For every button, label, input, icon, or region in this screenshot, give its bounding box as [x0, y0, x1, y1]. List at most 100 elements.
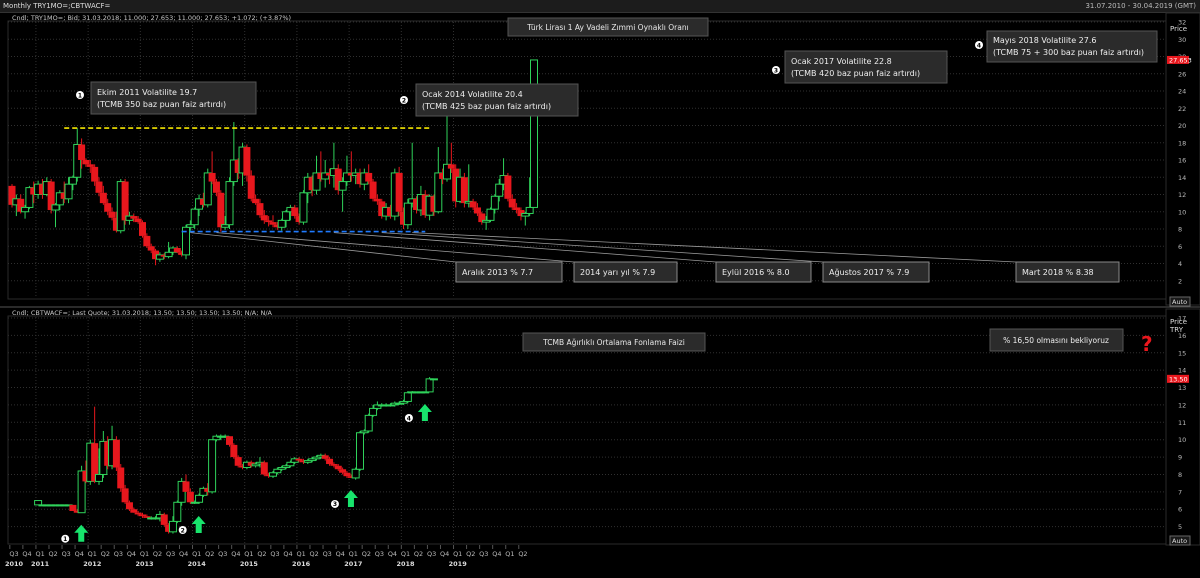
low-label-1: Aralık 2013 % 7.7: [462, 268, 533, 277]
x-tick-quarter: Q1: [505, 550, 514, 558]
low-label-5: Mart 2018 % 8.38: [1022, 268, 1094, 277]
x-axis: Q3 Q4 Q1 Q2 Q3 Q4 Q1 Q2 Q3 Q4 Q1 Q2 Q3 Q4 Q1 Q2 Q3 Q4 Q1 Q2…: [5, 545, 528, 568]
low-label-4: Ağustos 2017 % 7.9: [829, 268, 909, 277]
bottom-candle-body: [334, 465, 342, 470]
x-tick-quarter: Q4: [283, 550, 292, 558]
x-tick-quarter: Q2: [310, 550, 319, 558]
x-tick-quarter: Q1: [35, 550, 44, 558]
top-candle-body: [143, 235, 151, 247]
top-candle-body: [395, 172, 403, 212]
bottom-candle-body: [429, 378, 438, 381]
annotation-2: 2 Ocak 2014 Volatilite 20.4 (TCMB 425 ba…: [400, 83, 579, 117]
top-y-tick: 8: [1178, 226, 1182, 234]
annotation-1: 1 Ekim 2011 Volatilite 19.7 (TCMB 350 ba…: [76, 81, 257, 115]
x-tick-quarter: Q4: [179, 550, 188, 558]
x-tick-year: 2018: [396, 560, 415, 568]
bottom-candle-body: [330, 464, 338, 466]
top-candle-body: [212, 181, 220, 193]
x-tick-quarter: Q2: [49, 550, 58, 558]
top-y-tick: 22: [1178, 105, 1186, 113]
bottom-candle-body: [260, 462, 268, 475]
top-legend: Cndl; TRY1MO=; Bid; 31.03.2018; 11.000; …: [12, 14, 291, 22]
annotation-2-line1: Ocak 2014 Volatilite 20.4: [422, 90, 523, 99]
marker-1-label: 1: [78, 93, 82, 100]
bottom-candle-body: [195, 494, 204, 503]
top-candle-body: [68, 176, 77, 185]
x-tick-quarter: Q3: [323, 550, 332, 558]
annotation-4-line2: (TCMB 75 + 300 baz puan faiz artırdı): [993, 48, 1144, 57]
annotation-4-line1: Mayıs 2018 Volatilite 27.6: [993, 36, 1096, 45]
x-tick-quarter: Q2: [362, 550, 371, 558]
bottom-candle-body: [364, 414, 373, 432]
bottom-y-tick: 14: [1178, 367, 1186, 375]
bottom-y-tick: 15: [1178, 349, 1186, 357]
x-tick-quarter: Q3: [427, 550, 436, 558]
x-tick-year: 2014: [188, 560, 207, 568]
top-candle-body: [139, 222, 146, 236]
bottom-price-label: Price: [1170, 318, 1187, 326]
bottom-candle-body: [326, 458, 334, 465]
bottom-marker-label: 3: [333, 501, 337, 508]
x-tick-quarter: Q2: [466, 550, 475, 558]
x-tick-year: 2015: [240, 560, 259, 568]
x-tick-quarter: Q4: [336, 550, 345, 558]
annotation-3-line1: Ocak 2017 Volatilite 22.8: [791, 57, 892, 66]
bottom-candle-body: [208, 439, 217, 493]
bottom-y-tick: 9: [1178, 454, 1182, 462]
top-y-tick: 18: [1178, 139, 1186, 147]
top-price-label: Price: [1170, 25, 1187, 33]
x-tick-quarter: Q2: [518, 550, 527, 558]
bottom-candle-body: [343, 472, 351, 477]
top-candle-body: [525, 206, 534, 214]
x-tick-year: 2010: [5, 560, 24, 568]
bottom-candle-body: [112, 439, 120, 468]
x-tick-quarter: Q1: [453, 550, 462, 558]
bottom-candle-body: [117, 467, 125, 489]
bottom-marker-label: 1: [63, 536, 67, 543]
top-y-tick: 14: [1178, 174, 1186, 182]
top-candle-body: [217, 192, 225, 228]
top-candle-body: [265, 220, 273, 223]
top-y-tick: 24: [1178, 88, 1186, 96]
marker-4-label: 4: [977, 43, 981, 50]
x-tick-quarter: Q2: [414, 550, 423, 558]
top-candle-body: [490, 195, 499, 210]
annotation-1-box: [90, 81, 257, 115]
top-candle-body: [447, 164, 455, 169]
low-labels: Aralık 2013 % 7.7 2014 yarı yıl % 7.9 Ey…: [455, 261, 1120, 283]
top-candle-body: [299, 192, 308, 223]
bottom-candle-body: [186, 491, 194, 503]
x-tick-quarter: Q2: [257, 550, 266, 558]
bottom-price-axis[interactable]: [1165, 308, 1200, 546]
bottom-candle-body: [369, 407, 378, 416]
bottom-candle-body: [182, 481, 190, 492]
top-candle-body: [78, 144, 86, 160]
top-candle-body: [82, 160, 90, 165]
annotation-2-line2: (TCMB 425 baz puan faiz artırdı): [422, 102, 551, 111]
bottom-y-tick: 10: [1178, 436, 1186, 444]
top-candle-body: [530, 59, 538, 208]
bottom-last-value: 13.50: [1169, 375, 1188, 383]
bottom-candle-body: [125, 502, 133, 510]
x-tick-quarter: Q2: [205, 550, 214, 558]
x-tick-quarter: Q3: [375, 550, 384, 558]
bottom-candle-body: [121, 488, 129, 503]
top-y-tick: 10: [1178, 208, 1186, 216]
top-candle-body: [91, 166, 99, 182]
annotation-1-line1: Ekim 2011 Volatilite 19.7: [97, 88, 197, 97]
top-candle-body: [252, 198, 260, 204]
top-y-tick: 16: [1178, 157, 1186, 165]
bottom-candle-body: [403, 392, 412, 402]
x-tick-quarter: Q3: [479, 550, 488, 558]
bottom-candle-body: [95, 473, 103, 482]
bottom-auto-label: Auto: [1172, 537, 1187, 545]
x-tick-year: 2013: [135, 560, 153, 568]
top-candle-body: [473, 207, 481, 214]
top-auto-label: Auto: [1172, 298, 1187, 306]
bottom-candle-body: [230, 444, 238, 458]
x-tick-year: 2017: [344, 560, 362, 568]
top-candle-body: [508, 198, 516, 208]
x-tick-quarter: Q1: [296, 550, 305, 558]
x-tick-quarter: Q3: [9, 550, 18, 558]
top-y-tick: 12: [1178, 191, 1186, 199]
